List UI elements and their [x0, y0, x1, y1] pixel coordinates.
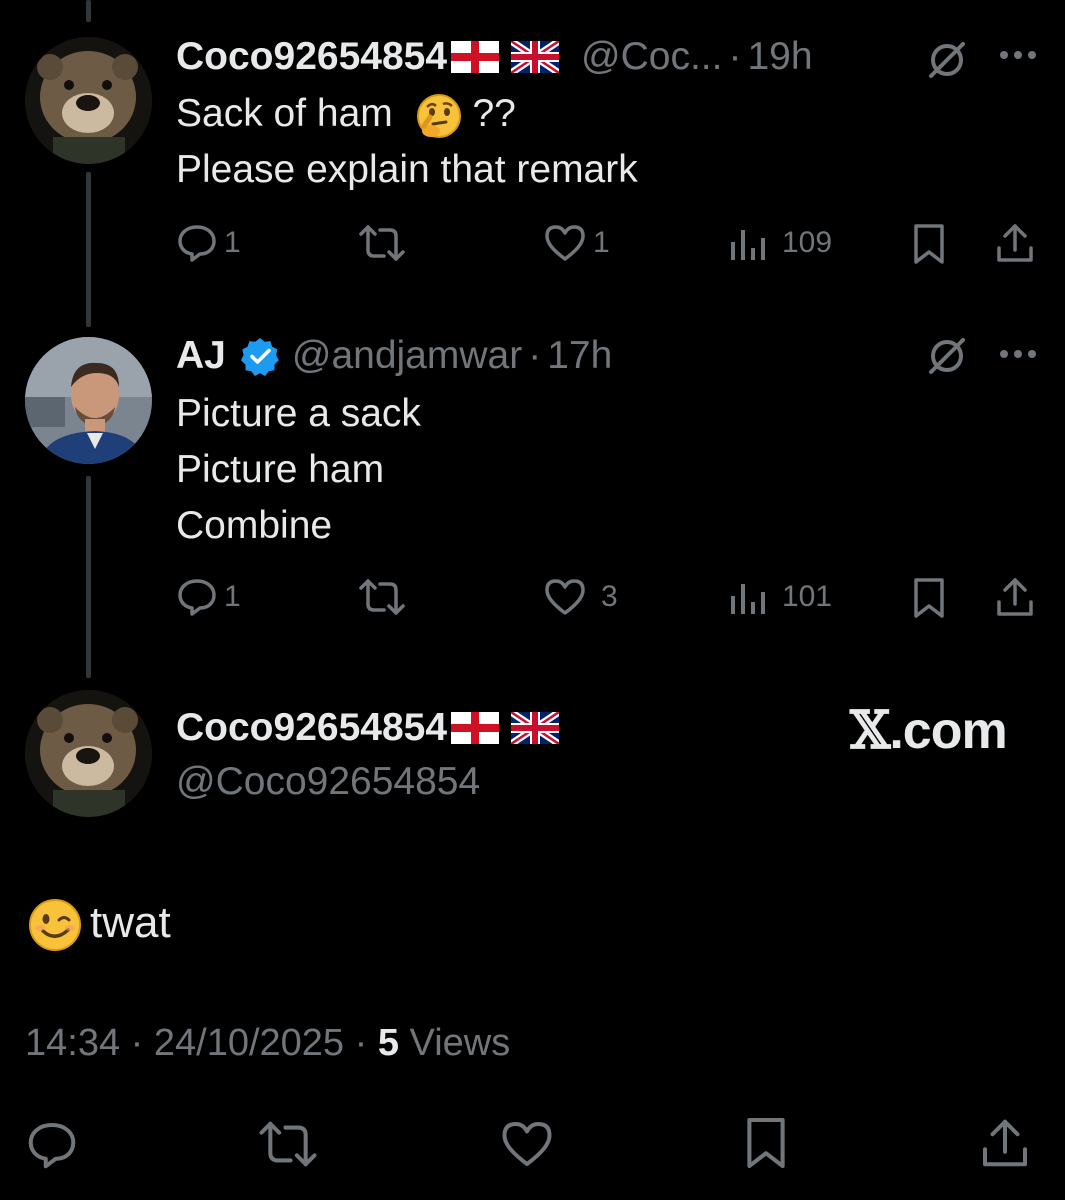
like-button[interactable]: 3: [543, 577, 618, 617]
tweet-text: Sack of ham: [176, 92, 393, 135]
focus-tweet-text: twat: [28, 893, 171, 953]
separator-dot: ·: [354, 1022, 378, 1064]
separator-dot: ·: [728, 35, 742, 78]
like-count: 1: [593, 226, 610, 259]
display-name[interactable]: AJ: [176, 334, 226, 378]
share-button[interactable]: [980, 1116, 1030, 1170]
focus-time[interactable]: 14:34: [25, 1022, 120, 1064]
more-icon[interactable]: [998, 347, 1038, 361]
avatar-coco[interactable]: [25, 690, 152, 817]
focus-handle-line: @Coco92654854: [176, 757, 480, 807]
focus-views-count: 5: [377, 1022, 399, 1064]
like-icon: [545, 579, 585, 615]
uk-flag-icon: [511, 712, 560, 744]
retweet-button[interactable]: [357, 224, 407, 262]
avatar-aj[interactable]: [25, 337, 152, 464]
timestamp[interactable]: 19h: [747, 35, 812, 79]
focus-date[interactable]: 24/10/2025: [154, 1022, 344, 1064]
display-name[interactable]: Coco92654854: [176, 706, 447, 750]
grok-icon[interactable]: [925, 334, 969, 378]
tweet-text: ??: [472, 92, 516, 135]
handle[interactable]: @Coco92654854: [176, 760, 480, 804]
winking-face-emoji-icon: [29, 899, 81, 952]
england-flag-icon: [451, 712, 500, 744]
focus-text: twat: [90, 898, 171, 947]
retweet-button[interactable]: [357, 578, 407, 616]
like-button[interactable]: [499, 1119, 555, 1169]
like-icon: [502, 1122, 552, 1166]
tweet-meta: 14:34 · 24/10/2025 · 5 Views: [25, 1022, 510, 1065]
reply-count: 1: [224, 226, 241, 259]
bookmark-button[interactable]: [911, 223, 947, 265]
thread-line: [86, 172, 91, 327]
thread-line: [86, 0, 91, 22]
handle[interactable]: @andjamwar: [292, 334, 522, 378]
display-name[interactable]: Coco92654854: [176, 35, 447, 79]
views-count: 109: [782, 226, 833, 259]
reply-icon: [178, 579, 216, 616]
separator-dot: ·: [130, 1022, 154, 1064]
tweet-text-line: Picture ham: [176, 448, 385, 491]
reply-icon: [28, 1123, 76, 1169]
views-button[interactable]: 109: [728, 224, 832, 262]
separator-dot: ·: [528, 334, 542, 377]
verified-badge-icon: [240, 338, 279, 376]
share-icon: [997, 578, 1033, 616]
bookmark-icon: [747, 1117, 785, 1169]
share-button[interactable]: [995, 576, 1035, 618]
thinking-face-emoji-icon: [416, 93, 461, 138]
views-count: 101: [782, 580, 833, 613]
views-icon: [731, 230, 765, 260]
share-icon: [997, 224, 1033, 262]
views-button[interactable]: 101: [728, 578, 832, 616]
grok-icon[interactable]: [925, 38, 969, 82]
tweet-text-line: Combine: [176, 504, 333, 547]
tweet-text-line: Picture a sack: [176, 392, 421, 435]
bookmark-icon: [914, 578, 944, 618]
retweet-icon: [359, 225, 405, 261]
timestamp[interactable]: 17h: [547, 334, 612, 378]
x-logo: 𝕏: [850, 700, 890, 761]
england-flag-icon: [451, 41, 500, 73]
focus-views-label: Views: [409, 1022, 511, 1064]
tweet-header: AJ @andjamwar · 17h: [176, 331, 612, 381]
bookmark-icon: [914, 224, 944, 264]
reply-button[interactable]: 1: [176, 223, 241, 263]
more-icon[interactable]: [998, 48, 1038, 62]
tweet-text-line: Sack of ham ??: [176, 86, 516, 142]
uk-flag-icon: [511, 41, 560, 73]
tweet-text-line: Please explain that remark: [176, 148, 638, 191]
retweet-icon: [259, 1121, 317, 1167]
like-count: 3: [601, 580, 618, 613]
retweet-button[interactable]: [256, 1120, 320, 1168]
thread-line: [86, 476, 91, 678]
reply-icon: [178, 225, 216, 262]
reply-button[interactable]: 1: [176, 577, 241, 617]
reply-button[interactable]: [25, 1120, 79, 1170]
like-icon: [545, 225, 585, 261]
views-icon: [731, 584, 765, 614]
handle[interactable]: @Coc...: [581, 35, 722, 79]
retweet-icon: [359, 579, 405, 615]
share-button[interactable]: [995, 222, 1035, 264]
share-icon: [983, 1119, 1027, 1167]
focus-tweet-header: Coco92654854: [176, 703, 560, 753]
tweet-header: Coco92654854 @Coc... · 19h: [176, 32, 813, 82]
bookmark-button[interactable]: [743, 1116, 789, 1170]
watermark-text: .com: [889, 702, 1007, 760]
like-button[interactable]: 1: [543, 223, 610, 263]
watermark: 𝕏.com: [850, 700, 1008, 761]
avatar-coco[interactable]: [25, 37, 152, 164]
reply-count: 1: [224, 580, 241, 613]
bookmark-button[interactable]: [911, 577, 947, 619]
